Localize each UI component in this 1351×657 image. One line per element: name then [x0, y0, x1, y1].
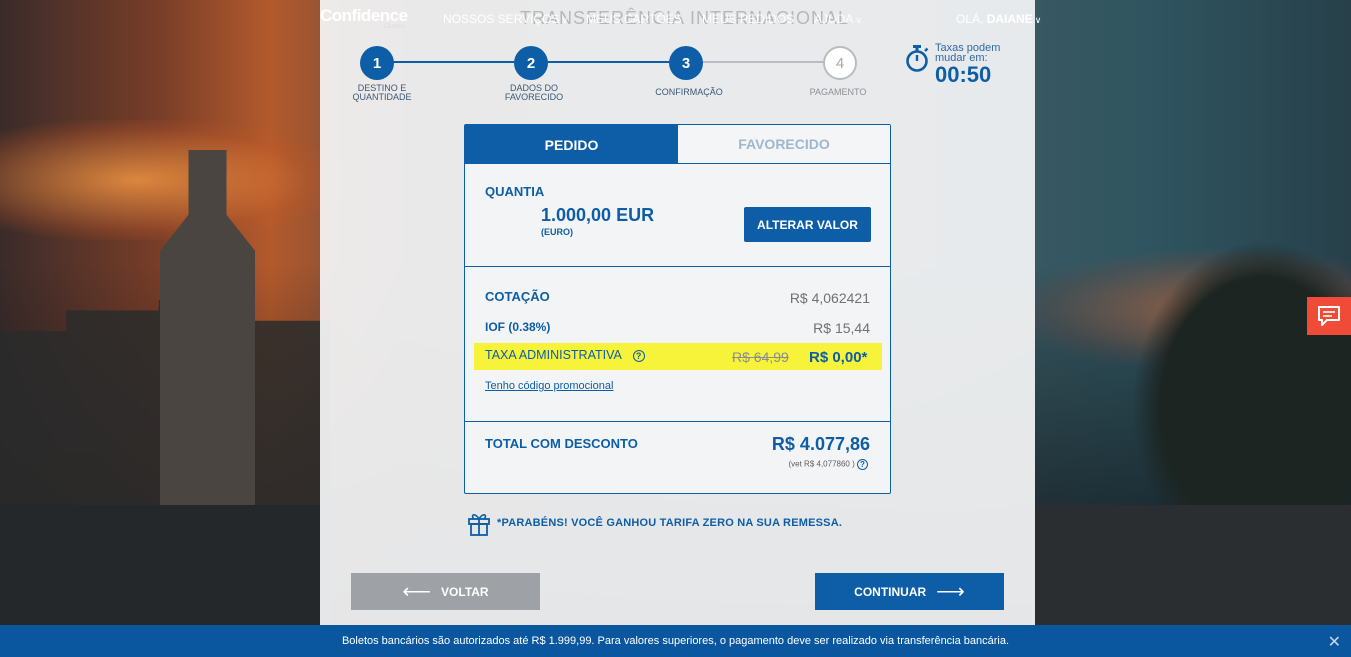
divider	[465, 421, 890, 422]
nav-item-cards[interactable]: MEUS CARTÕES	[586, 12, 682, 26]
gift-message: *PARABÉNS! VOCÊ GANHOU TARIFA ZERO NA SU…	[497, 517, 843, 529]
quantity-label: QUANTIA	[485, 184, 545, 199]
step-3-label: CONFIRMAÇÃO	[655, 87, 723, 97]
tab-favorecido[interactable]: FAVORECIDO	[678, 125, 890, 164]
footer-message: Boletos bancários são autorizados até R$…	[341, 635, 1010, 647]
sunset-glow	[0, 120, 340, 240]
top-nav: TRANSFERÊNCIA INTERNACIONAL Confidence C…	[0, 0, 1351, 36]
quantity-value: 1.000,00 EUR	[541, 205, 655, 225]
arrow-right-icon: ⟶	[936, 580, 965, 603]
chat-icon	[1318, 306, 1340, 326]
timer-label: Taxas podem mudar em:	[935, 42, 1001, 64]
divider	[465, 266, 890, 267]
help-icon[interactable]: ?	[857, 459, 868, 470]
tab-pedido[interactable]: PEDIDO	[465, 125, 678, 164]
user-name: DAIANE	[986, 12, 1033, 26]
nav-item-help[interactable]: AJUDA ∨	[814, 12, 862, 26]
iof-value: R$ 15,44	[813, 320, 870, 336]
step-2-label: DADOS DO FAVORECIDO	[504, 83, 564, 102]
arrow-left-icon: ⟵	[402, 580, 432, 603]
step-4: 4	[823, 46, 857, 80]
total-value: R$ 4.077,86	[771, 434, 870, 454]
admin-fee-label: TAXA ADMINISTRATIVA	[485, 348, 622, 362]
page-title-ghost: TRANSFERÊNCIA INTERNACIONAL	[520, 8, 850, 28]
back-button[interactable]: ⟵ VOLTAR	[351, 573, 540, 610]
change-amount-button[interactable]: ALTERAR VALOR	[744, 207, 871, 242]
chevron-down-icon: ∨	[855, 15, 862, 25]
bridge-left	[0, 505, 330, 625]
quantity-currency: (EURO)	[541, 227, 573, 237]
admin-fee-original: R$ 64,99	[732, 349, 789, 365]
nav-item-services[interactable]: NOSSOS SERVIÇOS ∨	[443, 12, 568, 26]
logo-subtitle: Câmbio	[384, 24, 405, 30]
iof-label: IOF (0.38%)	[485, 320, 551, 334]
total-label: TOTAL COM DESCONTO	[485, 436, 638, 451]
step-2[interactable]: 2	[514, 46, 548, 80]
stopwatch-icon	[906, 45, 929, 72]
chevron-down-icon: ∨	[561, 15, 569, 25]
admin-fee-value: R$ 0,00*	[809, 349, 868, 366]
admin-fee-row: TAXA ADMINISTRATIVA ?	[485, 348, 645, 362]
help-icon[interactable]: ?	[632, 349, 645, 362]
promo-code-link[interactable]: Tenho código promocional	[485, 380, 613, 392]
chat-button[interactable]	[1307, 297, 1351, 335]
close-icon[interactable]: ✕	[1328, 632, 1341, 652]
step-1-label: DESTINO E QUANTIDADE	[352, 83, 412, 102]
footer-notice: Boletos bancários são autorizados até R$…	[0, 625, 1351, 657]
stepper-remaining	[686, 61, 842, 63]
rate-value: R$ 4,062421	[789, 290, 870, 306]
timer-value: 00:50	[935, 62, 992, 87]
nav-item-orders[interactable]: MEUS PEDIDOS	[702, 12, 794, 26]
step-1[interactable]: 1	[360, 46, 394, 80]
chevron-down-icon: ∨	[1034, 15, 1042, 25]
continue-button[interactable]: CONTINUAR ⟶	[815, 573, 1004, 610]
bridge-right	[1031, 505, 1351, 625]
user-menu[interactable]: OLÁ, DAIANE ∨	[956, 12, 1041, 26]
trees-right	[1131, 240, 1351, 520]
step-3: 3	[669, 46, 703, 80]
gift-icon	[468, 514, 490, 536]
step-4-label: PAGAMENTO	[809, 87, 867, 97]
vet-info: (vet R$ 4,077860 ) ?	[789, 459, 868, 470]
logo[interactable]: Confidence	[320, 6, 408, 26]
rate-label: COTAÇÃO	[485, 289, 550, 304]
order-card: PEDIDO FAVORECIDO QUANTIA 1.000,00 EUR (…	[464, 124, 891, 494]
